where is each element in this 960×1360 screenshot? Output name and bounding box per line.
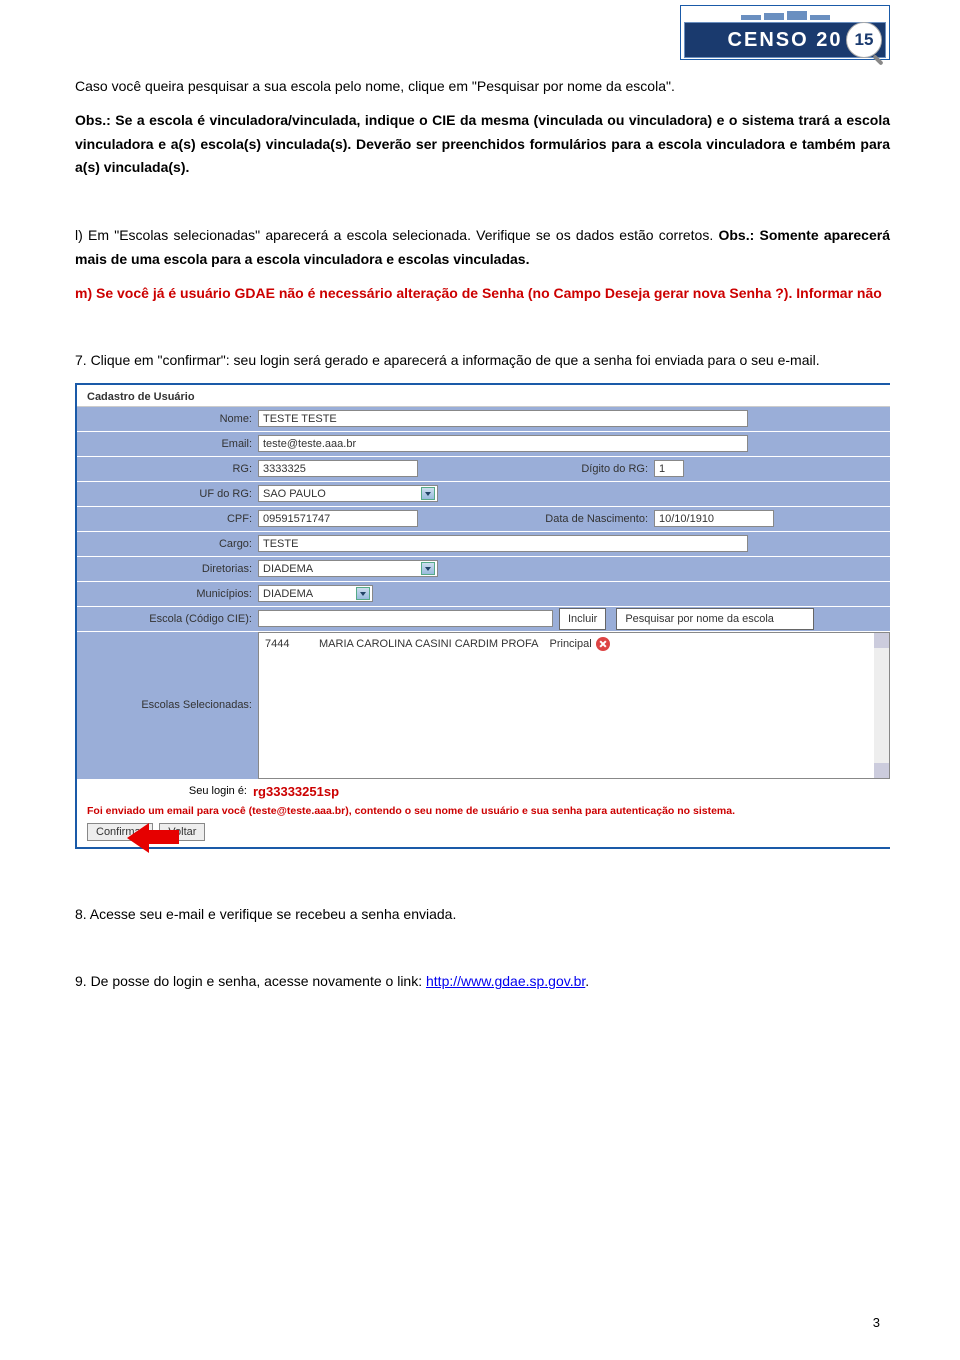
- input-cpf[interactable]: 09591571747: [258, 510, 418, 527]
- paragraph-m: m) Se você já é usuário GDAE não é neces…: [75, 282, 890, 306]
- p9-suffix: .: [585, 973, 589, 989]
- label-escolas: Escolas Selecionadas:: [77, 699, 258, 711]
- paragraph-l: l) Em "Escolas selecionadas" aparecerá a…: [75, 224, 890, 272]
- escolas-list-item: 7444 MARIA CAROLINA CASINI CARDIM PROFA …: [259, 633, 889, 655]
- censo-logo: CENSO 20 15: [680, 5, 890, 60]
- select-diretorias[interactable]: DIADEMA: [258, 560, 438, 577]
- label-nome: Nome:: [77, 413, 258, 425]
- select-municipios[interactable]: DIADEMA: [258, 585, 373, 602]
- delete-icon[interactable]: [596, 637, 610, 651]
- row-cargo: Cargo: TESTE: [77, 532, 890, 557]
- label-cpf: CPF:: [77, 513, 258, 525]
- escola-name: MARIA CAROLINA CASINI CARDIM PROFA: [319, 638, 538, 650]
- gdae-link[interactable]: http://www.gdae.sp.gov.br: [426, 973, 585, 989]
- paragraph-obs1: Obs.: Se a escola é vinculadora/vinculad…: [75, 109, 890, 180]
- paragraph-8: 8. Acesse seu e-mail e verifique se rece…: [75, 903, 890, 927]
- row-escolas: Escolas Selecionadas: 7444 MARIA CAROLIN…: [77, 632, 890, 780]
- logo-text: CENSO 20: [728, 29, 843, 52]
- form-section-title: Cadastro de Usuário: [77, 385, 890, 407]
- input-rg[interactable]: 3333325: [258, 460, 418, 477]
- row-email: Email: teste@teste.aaa.br: [77, 432, 890, 457]
- label-municipios: Municípios:: [77, 588, 258, 600]
- row-nome: Nome: TESTE TESTE: [77, 407, 890, 432]
- label-dig-rg: Dígito do RG:: [418, 463, 654, 475]
- label-diretorias: Diretorias:: [77, 563, 258, 575]
- magnifier-handle-icon: [872, 54, 883, 65]
- row-login: Seu login é: rg33333251sp: [77, 780, 890, 803]
- paragraph-9: 9. De posse do login e senha, acesse nov…: [75, 970, 890, 994]
- logo-year: 15: [855, 30, 874, 50]
- form-buttons-row: Confirmar Voltar: [77, 819, 890, 847]
- input-email[interactable]: teste@teste.aaa.br: [258, 435, 748, 452]
- email-sent-message: Foi enviado um email para você (teste@te…: [77, 803, 890, 819]
- login-value: rg33333251sp: [253, 784, 339, 799]
- logo-bars: [681, 6, 889, 20]
- escolas-listbox[interactable]: 7444 MARIA CAROLINA CASINI CARDIM PROFA …: [258, 632, 890, 779]
- label-cargo: Cargo:: [77, 538, 258, 550]
- row-cpf: CPF: 09591571747 Data de Nascimento: 10/…: [77, 507, 890, 532]
- row-diretorias: Diretorias: DIADEMA: [77, 557, 890, 582]
- label-email: Email:: [77, 438, 258, 450]
- label-cie: Escola (Código CIE):: [77, 613, 258, 625]
- label-dn: Data de Nascimento:: [418, 513, 654, 525]
- row-rg: RG: 3333325 Dígito do RG: 1: [77, 457, 890, 482]
- label-login: Seu login é:: [87, 785, 247, 797]
- row-cie: Escola (Código CIE): Incluir Pesquisar p…: [77, 607, 890, 632]
- logo-year-circle: 15: [846, 22, 882, 58]
- row-uf: UF do RG: SAO PAULO: [77, 482, 890, 507]
- label-rg: RG:: [77, 463, 258, 475]
- escola-code: 7444: [265, 638, 315, 650]
- incluir-button[interactable]: Incluir: [559, 608, 606, 630]
- paragraph-l-a: l) Em "Escolas selecionadas" aparecerá a…: [75, 227, 718, 243]
- paragraph-intro: Caso você queira pesquisar a sua escola …: [75, 75, 890, 99]
- select-uf[interactable]: SAO PAULO: [258, 485, 438, 502]
- form-screenshot: Cadastro de Usuário Nome: TESTE TESTE Em…: [75, 383, 890, 849]
- logo-banner: CENSO 20 15: [684, 22, 886, 58]
- p9-prefix: 9. De posse do login e senha, acesse nov…: [75, 973, 426, 989]
- input-cie[interactable]: [258, 610, 553, 627]
- paragraph-7: 7. Clique em "confirmar": seu login será…: [75, 349, 890, 373]
- scrollbar[interactable]: [874, 633, 889, 778]
- escola-role: Principal: [550, 638, 592, 650]
- input-dn[interactable]: 10/10/1910: [654, 510, 774, 527]
- pesquisar-escola-button[interactable]: Pesquisar por nome da escola: [616, 608, 814, 630]
- page-number: 3: [873, 1315, 880, 1330]
- row-municipios: Municípios: DIADEMA: [77, 582, 890, 607]
- input-dig-rg[interactable]: 1: [654, 460, 684, 477]
- input-nome[interactable]: TESTE TESTE: [258, 410, 748, 427]
- input-cargo[interactable]: TESTE: [258, 535, 748, 552]
- label-uf: UF do RG:: [77, 488, 258, 500]
